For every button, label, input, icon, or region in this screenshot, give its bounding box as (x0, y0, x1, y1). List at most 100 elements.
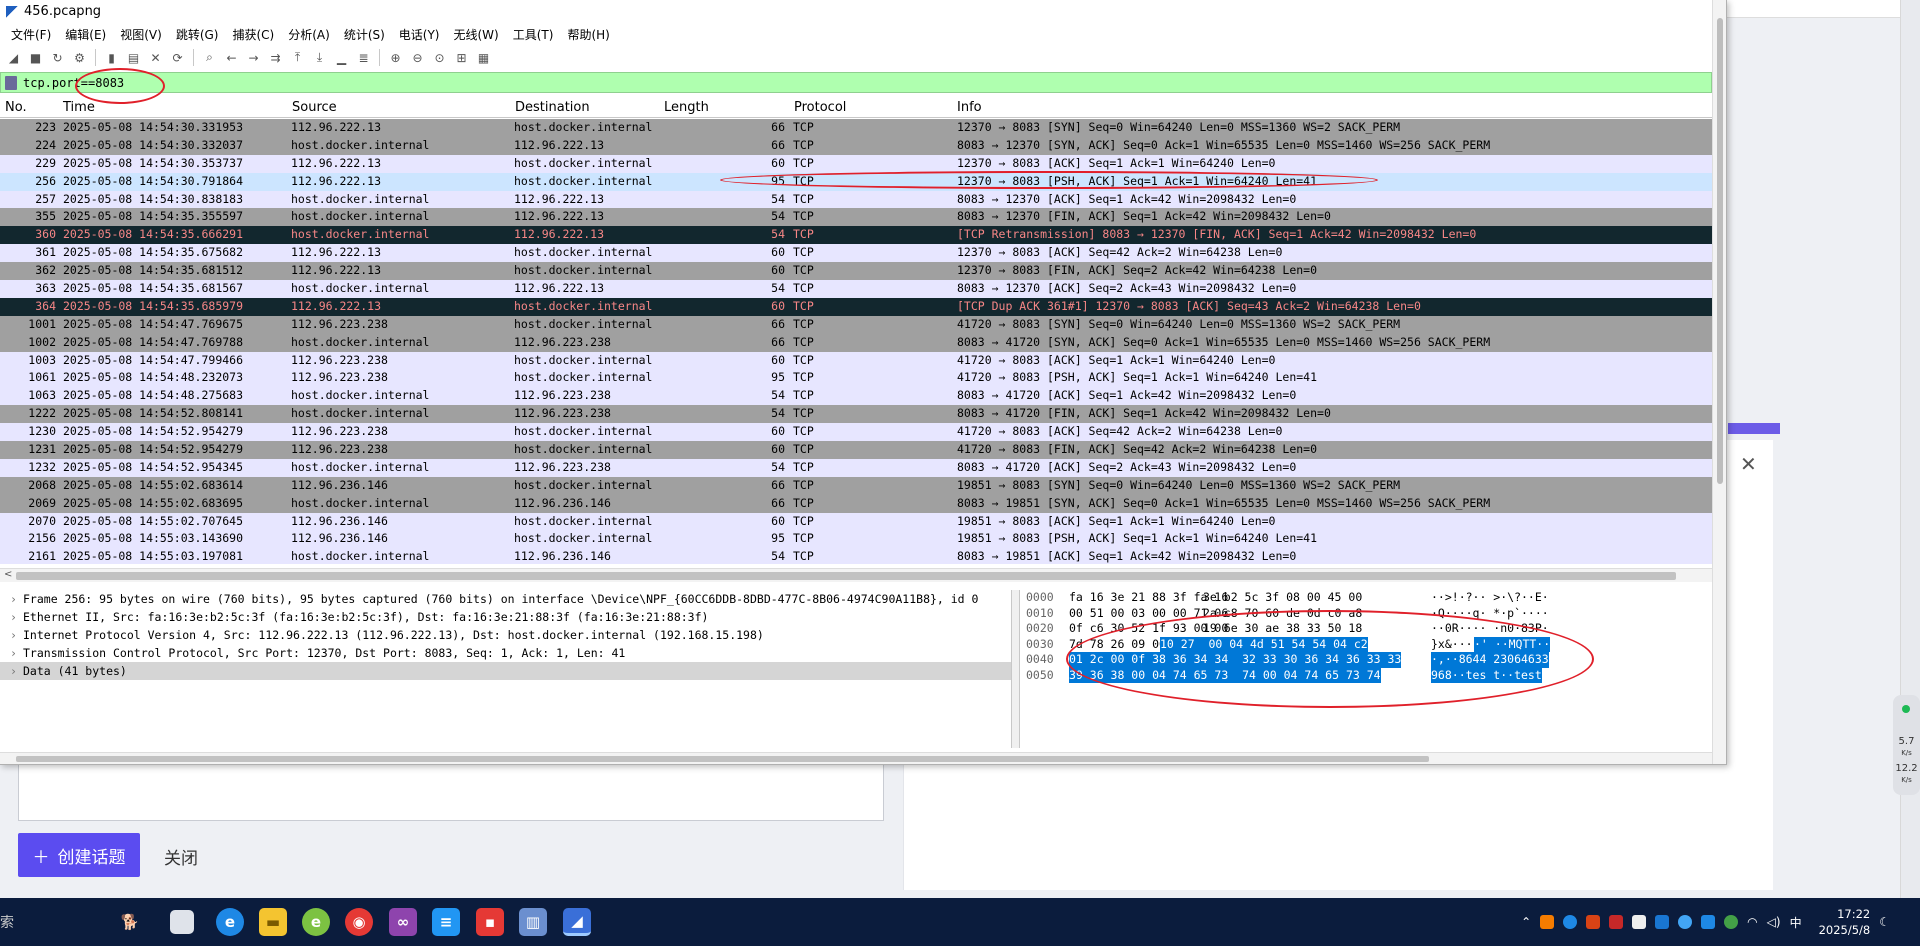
zoom-in-icon[interactable]: ⊕ (387, 49, 404, 66)
packet-list-hscrollbar[interactable]: < (0, 568, 1712, 582)
goto-icon[interactable]: ⇉ (267, 49, 284, 66)
scrollbar-thumb[interactable] (16, 572, 1676, 580)
tray-shield-icon[interactable] (1655, 915, 1670, 929)
hex-row[interactable]: 0000 fa 16 3e 21 88 3f fa 16 3e b2 5c 3f 0… (1026, 590, 1706, 606)
menu-item[interactable]: 帮助(H) (560, 26, 616, 43)
packet-row[interactable]: 1001 2025-05-08 14:54:47.769675 112.96.223… (0, 315, 1712, 334)
detail-tree-item[interactable]: › Ethernet II, Src: fa:16:3e:b2:5c:3f (fa… (0, 608, 1011, 626)
chrome-icon[interactable]: ◉ (345, 908, 373, 936)
column-info[interactable]: Info (957, 100, 982, 115)
input-method-icon[interactable]: 中 (1790, 914, 1802, 931)
tray-expand-icon[interactable]: ⌃ (1521, 915, 1531, 929)
tray-app-icon[interactable] (1609, 915, 1624, 929)
resize-columns-icon[interactable]: ⊞ (453, 49, 470, 66)
column-no[interactable]: No. (5, 100, 27, 115)
zoom-out-icon[interactable]: ⊖ (409, 49, 426, 66)
detail-tree-item[interactable]: › Frame 256: 95 bytes on wire (760 bits),… (0, 590, 1011, 608)
scrollbar-thumb[interactable] (16, 756, 1429, 762)
wireshark-taskbar-icon[interactable]: ◢ (563, 908, 591, 936)
hex-row[interactable]: 0010 00 51 00 03 00 00 71 06 2a c8 70 60 d… (1026, 606, 1706, 622)
display-filter-bar[interactable]: tcp.port==8083 (0, 72, 1712, 93)
packet-row[interactable]: 2156 2025-05-08 14:55:03.143690 112.96.236… (0, 530, 1712, 549)
taskbar-search[interactable]: 索 (0, 912, 14, 932)
chevron-right-icon[interactable]: › (10, 644, 23, 662)
packet-row[interactable]: 1003 2025-05-08 14:54:47.799466 112.96.223… (0, 351, 1712, 370)
close-file-icon[interactable]: ✕ (147, 49, 164, 66)
open-file-icon[interactable]: ▮ (103, 49, 120, 66)
window-titlebar[interactable]: 456.pcapng (0, 0, 1726, 23)
packet-row[interactable]: 1230 2025-05-08 14:54:52.954279 112.96.223… (0, 423, 1712, 442)
packet-row[interactable]: 360 2025-05-08 14:54:35.666291 host.docker… (0, 226, 1712, 245)
tray-app-icon[interactable] (1586, 915, 1601, 929)
tray-edge-icon[interactable] (1563, 915, 1578, 929)
tray-app-icon[interactable] (1632, 915, 1647, 929)
chevron-right-icon[interactable]: › (10, 590, 23, 608)
chevron-right-icon[interactable]: › (10, 626, 23, 644)
menu-item[interactable]: 工具(T) (506, 26, 561, 43)
menu-item[interactable]: 电话(Y) (392, 26, 447, 43)
column-protocol[interactable]: Protocol (794, 100, 846, 115)
tray-app-icon[interactable] (1540, 915, 1555, 929)
packet-row[interactable]: 1231 2025-05-08 14:54:52.954279 112.96.223… (0, 441, 1712, 459)
packet-row[interactable]: 2069 2025-05-08 14:55:02.683695 host.docke… (0, 494, 1712, 513)
last-icon[interactable]: ⤓ (311, 49, 328, 66)
create-topic-button[interactable]: ＋ 创建话题 (18, 833, 140, 877)
display-filter-input[interactable]: tcp.port==8083 (23, 76, 124, 90)
bluetooth-icon[interactable] (1678, 915, 1693, 929)
packet-row[interactable]: 362 2025-05-08 14:54:35.681512 112.96.222.… (0, 262, 1712, 281)
packet-row[interactable]: 361 2025-05-08 14:54:35.675682 112.96.222.… (0, 244, 1712, 263)
packet-row[interactable]: 1063 2025-05-08 14:54:48.275683 host.docke… (0, 387, 1712, 406)
file-explorer-icon[interactable]: ▬ (259, 908, 287, 936)
autoscroll-icon[interactable]: ▁ (333, 49, 350, 66)
stop-icon[interactable]: ■ (27, 49, 44, 66)
hex-row[interactable]: 0040 01 2c 00 0f 38 36 34 34 32 33 30 36 … (1026, 652, 1706, 668)
scrollbar-thumb[interactable] (1717, 18, 1723, 484)
pane-splitter[interactable] (1012, 590, 1020, 748)
menu-item[interactable]: 文件(F) (4, 26, 58, 43)
packet-row[interactable]: 223 2025-05-08 14:54:30.331953 112.96.222.… (0, 119, 1712, 137)
bytes-hscrollbar[interactable] (0, 752, 1726, 764)
packet-row[interactable]: 2068 2025-05-08 14:55:02.683614 112.96.236… (0, 476, 1712, 495)
column-length[interactable]: Length (664, 100, 709, 115)
save-icon[interactable]: ▤ (125, 49, 142, 66)
column-source[interactable]: Source (292, 100, 337, 115)
window-vscrollbar[interactable] (1712, 0, 1726, 764)
red-app-icon[interactable]: ▪ (476, 908, 504, 936)
packet-row[interactable]: 363 2025-05-08 14:54:35.681567 host.docker… (0, 280, 1712, 298)
menu-item[interactable]: 分析(A) (281, 26, 337, 43)
packet-row[interactable]: 1061 2025-05-08 14:54:48.232073 112.96.223… (0, 369, 1712, 388)
wallpaper-widget-icon[interactable]: 🐕 (116, 908, 144, 936)
hex-row[interactable]: 0030 7d 78 26 09 00 00 10 27 00 04 4d 51 5… (1026, 636, 1706, 652)
reload-icon[interactable]: ⟳ (169, 49, 186, 66)
dialog-close-icon[interactable]: ✕ (1740, 452, 1757, 476)
menu-item[interactable]: 无线(W) (447, 26, 506, 43)
packet-row[interactable]: 355 2025-05-08 14:54:35.355597 host.docker… (0, 208, 1712, 227)
packet-row[interactable]: 229 2025-05-08 14:54:30.353737 112.96.222.… (0, 154, 1712, 173)
options-icon[interactable]: ⚙ (71, 49, 88, 66)
hex-row[interactable]: 0050 39 36 38 00 04 74 65 73 74 00 04 74 … (1026, 667, 1706, 683)
buildings-app-icon[interactable]: ▥ (519, 908, 547, 936)
packet-row[interactable]: 224 2025-05-08 14:54:30.332037 host.docker… (0, 136, 1712, 155)
detail-tree-item[interactable]: › Data (41 bytes) (0, 662, 1011, 680)
colorize-icon[interactable]: ≣ (355, 49, 372, 66)
menu-item[interactable]: 统计(S) (337, 26, 392, 43)
menu-item[interactable]: 捕获(C) (225, 26, 281, 43)
close-button[interactable]: 关闭 (164, 844, 198, 869)
packet-row[interactable]: 2161 2025-05-08 14:55:03.197081 host.docke… (0, 548, 1712, 564)
detail-tree-item[interactable]: › Internet Protocol Version 4, Src: 112.9… (0, 626, 1011, 644)
chevron-right-icon[interactable]: › (10, 608, 23, 626)
column-destination[interactable]: Destination (515, 100, 590, 115)
menu-item[interactable]: 视图(V) (113, 26, 169, 43)
volume-icon[interactable]: ◁) (1767, 915, 1781, 929)
packet-row[interactable]: 257 2025-05-08 14:54:30.838183 host.docker… (0, 190, 1712, 209)
notepad-icon[interactable]: ≡ (432, 908, 460, 936)
detail-tree-item[interactable]: › Transmission Control Protocol, Src Port… (0, 644, 1011, 662)
visual-studio-icon[interactable]: ∞ (389, 908, 417, 936)
scroll-left-icon[interactable]: < (4, 569, 12, 580)
packet-row[interactable]: 364 2025-05-08 14:54:35.685979 112.96.222.… (0, 297, 1712, 316)
notification-icon[interactable]: ☾ (1879, 915, 1890, 929)
taskbar-clock[interactable]: 17:22 2025/5/8 (1819, 906, 1871, 938)
packet-row[interactable]: 1002 2025-05-08 14:54:47.769788 host.docke… (0, 333, 1712, 352)
wechat-icon[interactable] (1724, 915, 1739, 929)
chevron-right-icon[interactable]: › (10, 662, 23, 680)
